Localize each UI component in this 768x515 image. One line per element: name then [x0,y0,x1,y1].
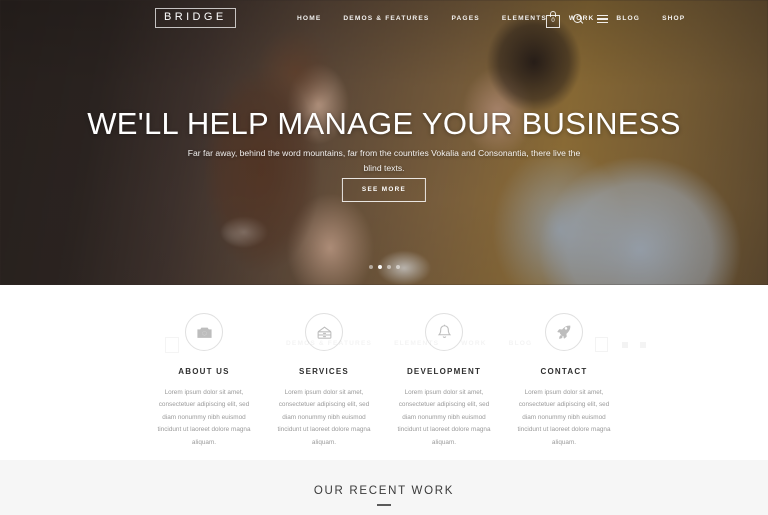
title-divider [377,504,391,506]
feature-text-about-us: Lorem ipsum dolor sit amet, consectetuer… [157,389,251,446]
rocket-icon [545,313,583,351]
nav-demos-features[interactable]: DEMOS & FEATURES [332,0,440,38]
hero-slider: BRIDGE HOME DEMOS & FEATURES PAGES ELEME… [0,0,768,285]
nav-shop[interactable]: SHOP [651,0,696,38]
slider-pagination [0,265,768,269]
menu-bar-3 [597,22,608,24]
hero-content: WE'LL HELP MANAGE YOUR BUSINESS Far far … [0,0,768,285]
feature-title-contact: CONTACT [540,367,588,376]
feature-title-about-us: ABOUT US [178,367,230,376]
slider-dot-3[interactable] [386,265,391,269]
hero-subtitle: Far far away, behind the word mountains,… [187,148,581,174]
menu-bar-2 [597,18,608,20]
camera-icon [185,313,223,351]
recent-work-section: OUR RECENT WORK [0,460,768,515]
see-more-button[interactable]: SEE MORE [341,178,427,203]
feature-services[interactable]: SERVICES Lorem ipsum dolor sit amet, con… [264,313,384,449]
bell-icon [425,313,463,351]
feature-text-development: Lorem ipsum dolor sit amet, consectetuer… [397,389,491,446]
hamburger-menu-icon[interactable] [597,14,608,24]
menu-bar-1 [597,14,608,16]
slider-dot-2[interactable] [377,265,382,269]
feature-contact[interactable]: CONTACT Lorem ipsum dolor sit amet, cons… [504,313,624,449]
cart-count-badge: 0 [551,17,555,24]
nav-blog[interactable]: BLOG [605,0,651,38]
nav-home[interactable]: HOME [286,0,332,38]
ghost-dot-2 [640,342,646,348]
feature-text-contact: Lorem ipsum dolor sit amet, consectetuer… [517,389,611,446]
slider-dot-1[interactable] [368,265,373,269]
page-root: BRIDGE HOME DEMOS & FEATURES PAGES ELEME… [0,0,768,515]
feature-text-services: Lorem ipsum dolor sit amet, consectetuer… [277,389,371,446]
site-header: BRIDGE HOME DEMOS & FEATURES PAGES ELEME… [0,0,768,38]
search-icon[interactable] [573,13,584,25]
main-navigation: HOME DEMOS & FEATURES PAGES ELEMENTS WOR… [286,0,696,38]
shopping-bag-icon[interactable]: 0 [546,11,560,28]
slider-dot-4[interactable] [395,265,400,269]
features-section: DEMOS & FEATURES ELEMENTS WORK BLOG ABOU… [0,285,768,460]
site-logo[interactable]: BRIDGE [155,8,236,28]
feature-title-services: SERVICES [299,367,349,376]
drawer-icon [305,313,343,351]
recent-work-title: OUR RECENT WORK [313,485,455,497]
feature-title-development: DEVELOPMENT [406,367,482,376]
features-row: ABOUT US Lorem ipsum dolor sit amet, con… [144,313,624,449]
hero-title: WE'LL HELP MANAGE YOUR BUSINESS [87,106,681,141]
nav-pages[interactable]: PAGES [440,0,490,38]
header-actions: 0 [546,0,608,38]
feature-about-us[interactable]: ABOUT US Lorem ipsum dolor sit amet, con… [144,313,264,449]
feature-development[interactable]: DEVELOPMENT Lorem ipsum dolor sit amet, … [384,313,504,449]
